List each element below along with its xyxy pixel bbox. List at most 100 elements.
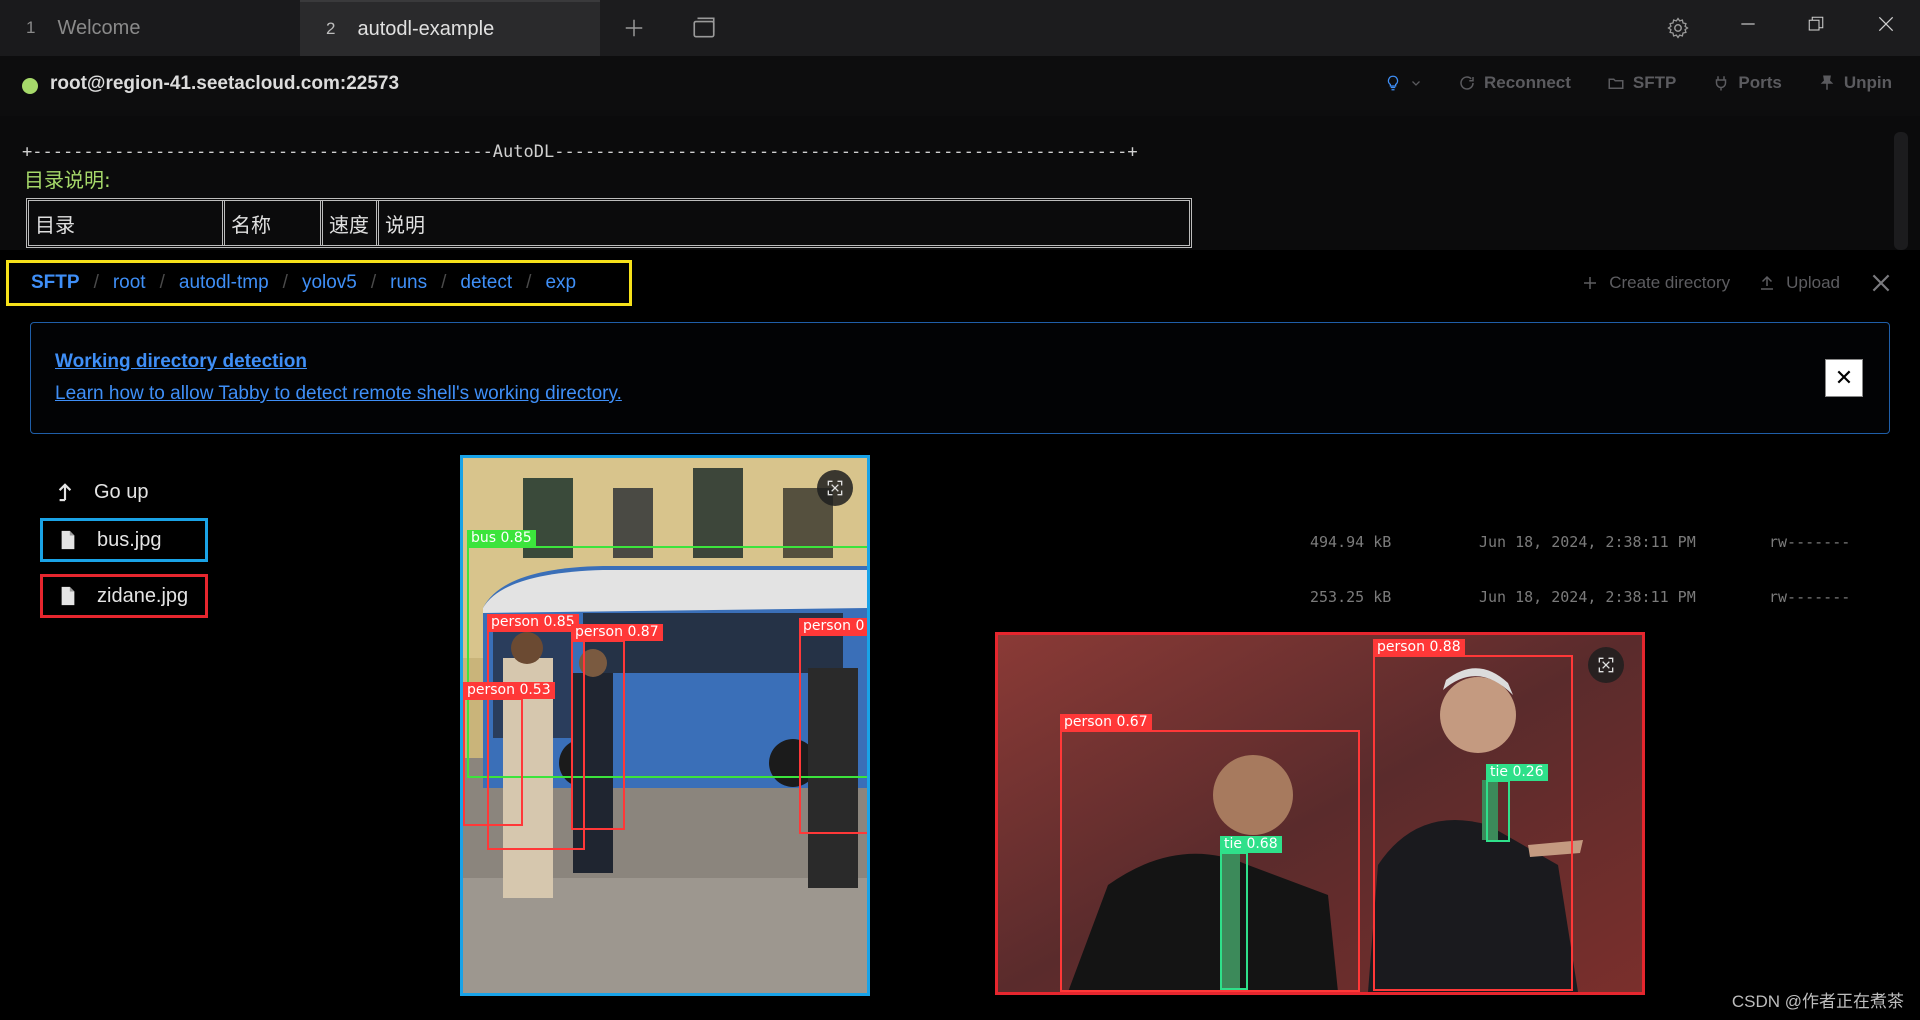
file-mode: rw-------: [1769, 533, 1851, 551]
plus-icon: [625, 19, 643, 37]
connection-actions: Reconnect SFTP Ports Unpin: [1348, 73, 1892, 93]
profiles-button[interactable]: [686, 10, 722, 46]
close-sftp-icon[interactable]: [1868, 270, 1894, 296]
detection-box: tie 0.26: [1486, 764, 1548, 842]
zoom-preview-button[interactable]: [1588, 647, 1624, 683]
working-directory-notice: Working directory detection Learn how to…: [30, 322, 1890, 434]
table-header-cell: 目录: [29, 201, 225, 245]
terminal-output[interactable]: +---------------------------------------…: [0, 116, 1920, 250]
go-up-item[interactable]: Go up: [40, 470, 208, 514]
breadcrumb-item[interactable]: SFTP: [31, 272, 80, 294]
minimize-button[interactable]: [1728, 6, 1768, 42]
breadcrumb-separator: /: [159, 272, 165, 293]
file-size: 494.94 kB: [1310, 533, 1392, 551]
reconnect-label: Reconnect: [1484, 73, 1571, 92]
refresh-icon: [1460, 76, 1474, 90]
image-preview-zidane: person 0.88 person 0.67 tie 0.26 tie 0.6…: [995, 632, 1645, 995]
create-directory-label: Create directory: [1609, 273, 1731, 292]
detection-label: tie 0.26: [1486, 764, 1548, 781]
detection-box: person 0.53: [463, 682, 555, 826]
lightbulb-icon: [1387, 75, 1399, 91]
file-icon: [61, 530, 75, 550]
detection-box: person 0.87: [571, 624, 663, 830]
window-stack-icon: [693, 17, 715, 38]
notice-title[interactable]: Working directory detection: [55, 351, 307, 373]
upload-icon: [1761, 275, 1774, 290]
new-tab-button[interactable]: [616, 10, 652, 46]
file-item-zidane[interactable]: zidane.jpg: [40, 574, 208, 618]
image-preview-bus: bus 0.85 person 0.85 person 0.87 person …: [460, 455, 870, 996]
close-icon: ✕: [1834, 365, 1854, 390]
notice-close-button[interactable]: ✕: [1825, 359, 1863, 397]
plus-icon: [1584, 277, 1597, 289]
detection-label: person 0.67: [1060, 714, 1152, 731]
unpin-label: Unpin: [1843, 73, 1892, 92]
breadcrumb-item[interactable]: exp: [545, 272, 576, 294]
terminal-table-header: 目录 名称 速度 说明: [26, 198, 1192, 248]
table-header-cell: 说明: [385, 212, 425, 237]
notice-learn-more-link[interactable]: Learn how to allow Tabby to detect remot…: [55, 383, 622, 405]
gear-icon: [1667, 17, 1689, 39]
file-modified: Jun 18, 2024, 2:38:11 PM: [1479, 533, 1696, 551]
detection-box: person 0: [799, 618, 867, 834]
minimize-icon: [1741, 23, 1755, 25]
table-header-cell: 名称: [225, 201, 323, 245]
terminal-dir-title: 目录说明:: [24, 168, 111, 192]
restore-icon: [1808, 16, 1824, 31]
file-size: 253.25 kB: [1310, 588, 1392, 606]
detection-box: person 0.88: [1373, 639, 1573, 991]
tab-number: 1: [26, 18, 36, 37]
arrow-up-icon: [58, 483, 72, 502]
file-item-bus[interactable]: bus.jpg: [40, 518, 208, 562]
terminal-scrollbar[interactable]: [1894, 132, 1908, 250]
breadcrumb-item[interactable]: runs: [390, 272, 427, 294]
tab-label: autodl-example: [357, 17, 495, 40]
reconnect-button[interactable]: Reconnect: [1458, 73, 1571, 93]
folder-open-icon: [1608, 78, 1624, 89]
detection-label: bus 0.85: [467, 530, 536, 547]
upload-label: Upload: [1786, 273, 1840, 292]
unpin-button[interactable]: Unpin: [1818, 73, 1892, 93]
connection-bar: root@region-41.seetacloud.com:22573 Reco…: [0, 56, 1920, 116]
breadcrumb-separator: /: [370, 272, 377, 293]
detection-label: person 0: [799, 618, 867, 635]
create-directory-button[interactable]: Create directory: [1581, 273, 1730, 293]
connection-status-indicator: [22, 78, 38, 94]
detection-label: person 0.88: [1373, 639, 1465, 656]
watermark: CSDN @作者正在煮茶: [1731, 992, 1904, 1011]
tab-label: Welcome: [57, 16, 141, 39]
file-mode: rw-------: [1769, 588, 1851, 606]
breadcrumb-separator: /: [526, 272, 532, 293]
tab-welcome[interactable]: 1 Welcome: [0, 0, 300, 56]
file-icon: [61, 586, 75, 606]
file-name: bus.jpg: [97, 528, 162, 551]
chevron-down-icon: [1412, 81, 1420, 86]
breadcrumb-item[interactable]: autodl-tmp: [179, 272, 269, 294]
upload-button[interactable]: Upload: [1758, 273, 1840, 293]
zoom-preview-button[interactable]: [817, 470, 853, 506]
detection-label: tie 0.68: [1220, 836, 1282, 853]
sftp-button[interactable]: SFTP: [1607, 73, 1676, 93]
expand-icon: [1598, 657, 1614, 673]
breadcrumb-item[interactable]: yolov5: [302, 272, 357, 294]
file-modified: Jun 18, 2024, 2:38:11 PM: [1479, 588, 1696, 606]
hint-button[interactable]: [1384, 74, 1422, 92]
go-up-label: Go up: [94, 480, 149, 503]
close-icon: [1878, 16, 1894, 32]
sftp-panel: SFTP / root / autodl-tmp / yolov5 / runs…: [0, 250, 1920, 1020]
sftp-label: SFTP: [1632, 73, 1677, 92]
ports-button[interactable]: Ports: [1712, 73, 1782, 93]
detection-label: person 0.53: [463, 682, 555, 699]
close-window-button[interactable]: [1866, 6, 1906, 42]
detection-box: tie 0.68: [1220, 836, 1282, 990]
breadcrumb-item[interactable]: detect: [460, 272, 512, 294]
expand-icon: [827, 480, 843, 496]
terminal-banner-rule: +---------------------------------------…: [22, 142, 1138, 162]
breadcrumb-item[interactable]: root: [113, 272, 146, 294]
restore-button[interactable]: [1796, 6, 1836, 42]
ports-label: Ports: [1738, 73, 1782, 92]
host-address: root@region-41.seetacloud.com:22573: [50, 73, 400, 94]
settings-button[interactable]: [1660, 10, 1696, 46]
tab-autodl-example[interactable]: 2 autodl-example: [300, 0, 600, 56]
breadcrumb-separator: /: [93, 272, 99, 293]
